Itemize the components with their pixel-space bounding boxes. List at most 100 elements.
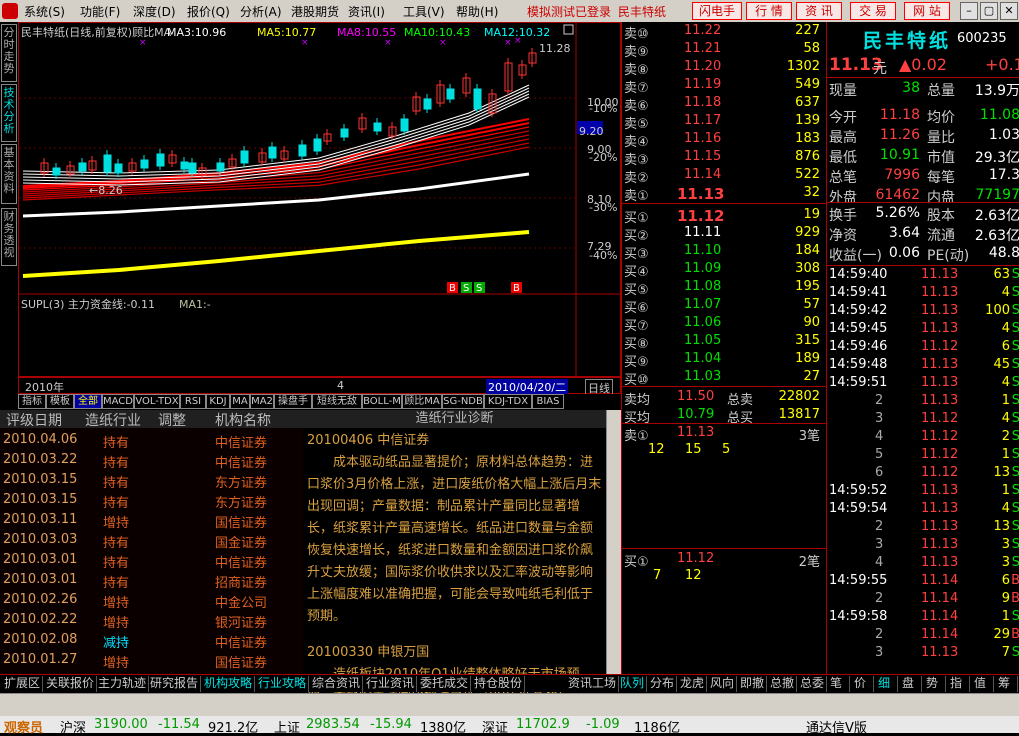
bottom-tab[interactable]: 风向 <box>708 676 738 692</box>
bottom-tab[interactable]: 筹 <box>996 676 1018 692</box>
rating-row[interactable]: 2010.03.15 持有 东方证券 <box>0 470 303 491</box>
close-icon[interactable]: ✕ <box>1000 2 1018 20</box>
side-tab[interactable]: 基本资料 <box>1 144 17 204</box>
bottom-tab[interactable]: 势 <box>924 676 946 692</box>
bottom-tab[interactable]: 值 <box>972 676 994 692</box>
bottom-tab[interactable]: 主力轨迹 <box>96 676 150 692</box>
indicator-tab[interactable]: KDJ <box>206 394 230 409</box>
indicator-tab[interactable]: BIAS <box>532 394 564 409</box>
ask-row[interactable]: 卖⑩ 11.22 227 <box>622 22 826 42</box>
bottom-tab[interactable]: 行业资讯 <box>364 676 418 692</box>
bottom-tab[interactable]: 细 <box>876 676 898 692</box>
rating-row[interactable]: 2010.03.01 持有 中信证券 <box>0 550 303 571</box>
menu-item[interactable]: 分析(A) <box>240 3 282 20</box>
toolbar-button[interactable]: 行 情 <box>746 2 792 20</box>
bid-row[interactable]: 买⑧ 11.05 315 <box>622 332 826 352</box>
toolbar-button[interactable]: 交 易 <box>850 2 896 20</box>
bid-row[interactable]: 买④ 11.09 308 <box>622 260 826 280</box>
bid-row[interactable]: 买⑨ 11.04 189 <box>622 350 826 370</box>
rating-row[interactable]: 2010.03.15 持有 东方证券 <box>0 490 303 511</box>
bottom-tab[interactable]: 资讯工场 <box>566 676 620 692</box>
bottom-tab[interactable]: 指 <box>948 676 970 692</box>
toolbar-button[interactable]: 网 站 <box>904 2 950 20</box>
side-tab[interactable]: 财务透视 <box>1 208 17 266</box>
menu-item[interactable]: 报价(Q) <box>187 3 230 20</box>
menu-item[interactable]: 资讯(I) <box>348 3 385 20</box>
indicator-tab[interactable]: 短线无敌 <box>312 394 362 409</box>
bid-row[interactable]: 买③ 11.10 184 <box>622 242 826 262</box>
menu-item[interactable]: 工具(V) <box>403 3 445 20</box>
menu-item[interactable]: 帮助(H) <box>456 3 498 20</box>
bottom-tab[interactable]: 总撤 <box>768 676 798 692</box>
bottom-tab[interactable]: 笔 <box>828 676 850 692</box>
bottom-tab[interactable]: 价 <box>852 676 874 692</box>
indicator-tab[interactable]: 全部 <box>74 394 102 409</box>
rating-row[interactable]: 2010.04.06 持有 中信证券 <box>0 430 303 451</box>
rating-row[interactable]: 2010.02.08 减持 中信证券 <box>0 630 303 651</box>
indicator-tab[interactable]: MA <box>230 394 250 409</box>
bid-row[interactable]: 买① 11.12 19 <box>622 206 826 226</box>
rating-row[interactable]: 2010.03.11 增持 国信证券 <box>0 510 303 531</box>
ask-row[interactable]: 卖⑨ 11.21 58 <box>622 40 826 60</box>
bottom-tab[interactable]: 即撤 <box>738 676 768 692</box>
rating-row[interactable]: 2010.02.26 增持 中金公司 <box>0 590 303 611</box>
bottom-tab[interactable]: 研究报告 <box>148 676 202 692</box>
bid-row[interactable]: 买⑥ 11.07 57 <box>622 296 826 316</box>
ask-row[interactable]: 卖⑥ 11.18 637 <box>622 94 826 114</box>
side-tab[interactable]: 技术分析 <box>1 84 17 142</box>
menu-item[interactable]: 功能(F) <box>80 3 120 20</box>
indicator-tab[interactable]: 指标 <box>18 394 46 409</box>
hscroll[interactable] <box>0 693 1019 716</box>
ask-row[interactable]: 卖④ 11.16 183 <box>622 130 826 150</box>
indicator-tab[interactable]: 操盘手 <box>274 394 312 409</box>
scrollbar[interactable] <box>606 410 621 674</box>
kline-chart[interactable]: 民丰特纸(日线,前复权)顾比MA MA3:10.96 MA5:10.77 MA8:10… <box>18 22 622 378</box>
bottom-tab[interactable]: 队列 <box>618 676 648 692</box>
rating-row[interactable]: 2010.03.22 持有 中信证券 <box>0 450 303 471</box>
bottom-tab[interactable]: 分布 <box>648 676 678 692</box>
indicator-tab[interactable]: RSI <box>180 394 206 409</box>
ask-row[interactable]: 卖③ 11.15 876 <box>622 148 826 168</box>
bottom-tab[interactable]: 扩展区 <box>2 676 44 692</box>
bottom-tab[interactable]: 持仓股份 <box>472 676 526 692</box>
indicator-tab[interactable]: SG-NDB <box>442 394 484 409</box>
toolbar-button[interactable]: 资 讯 <box>796 2 842 20</box>
indicator-tab[interactable]: 模板 <box>46 394 74 409</box>
rating-row[interactable]: 2010.03.01 持有 招商证券 <box>0 570 303 591</box>
minimize-icon[interactable]: – <box>960 2 978 20</box>
rating-row[interactable]: 2010.01.27 增持 国信证券 <box>0 650 303 671</box>
bottom-tab[interactable]: 委托成交 <box>418 676 472 692</box>
bid-row[interactable]: 买⑦ 11.06 90 <box>622 314 826 334</box>
maximize-icon[interactable]: ▢ <box>980 2 998 20</box>
bottom-tab[interactable]: 总委 <box>798 676 828 692</box>
bottom-tab[interactable]: 机构攻略 <box>202 676 256 692</box>
bid-row[interactable]: 买⑩ 11.03 27 <box>622 368 826 388</box>
menu-item[interactable]: 港股期货 <box>291 3 339 20</box>
bottom-tab[interactable]: 盘 <box>900 676 922 692</box>
ask-row[interactable]: 卖⑤ 11.17 139 <box>622 112 826 132</box>
bottom-tab[interactable]: 行业攻略 <box>256 676 310 692</box>
rating-row[interactable]: 2010.03.03 持有 国金证券 <box>0 530 303 551</box>
indicator-tab[interactable]: VOL-TDX <box>134 394 180 409</box>
ask-row[interactable]: 卖⑦ 11.19 549 <box>622 76 826 96</box>
toolbar-button[interactable]: 闪电手 <box>692 2 742 20</box>
bottom-tab[interactable]: 综合资讯 <box>310 676 364 692</box>
side-tab[interactable]: 分时走势 <box>1 24 17 82</box>
bottom-tab[interactable]: 龙虎 <box>678 676 708 692</box>
indicator-tab[interactable]: BOLL-M <box>362 394 402 409</box>
menu-item[interactable]: 系统(S) <box>24 3 65 20</box>
ask-row[interactable]: 卖① 11.13 32 <box>622 184 826 204</box>
bid-row[interactable]: 买⑤ 11.08 195 <box>622 278 826 298</box>
info-label: 收益(一) <box>829 248 882 264</box>
menu-item[interactable]: 深度(D) <box>133 3 176 20</box>
indicator-tab[interactable]: MA2 <box>250 394 274 409</box>
bottom-tab[interactable]: 关联报价 <box>44 676 98 692</box>
ask-row[interactable]: 卖⑧ 11.20 1302 <box>622 58 826 78</box>
indicator-tab[interactable]: MACD <box>102 394 134 409</box>
indicator-tab[interactable]: KDJ-TDX <box>484 394 532 409</box>
rating-row[interactable]: 2010.02.22 增持 银河证券 <box>0 610 303 631</box>
indicator-tab[interactable]: 顾比MA <box>402 394 442 409</box>
ask-row[interactable]: 卖② 11.14 522 <box>622 166 826 186</box>
chart-expand-icon[interactable] <box>563 24 574 35</box>
bid-row[interactable]: 买② 11.11 929 <box>622 224 826 244</box>
